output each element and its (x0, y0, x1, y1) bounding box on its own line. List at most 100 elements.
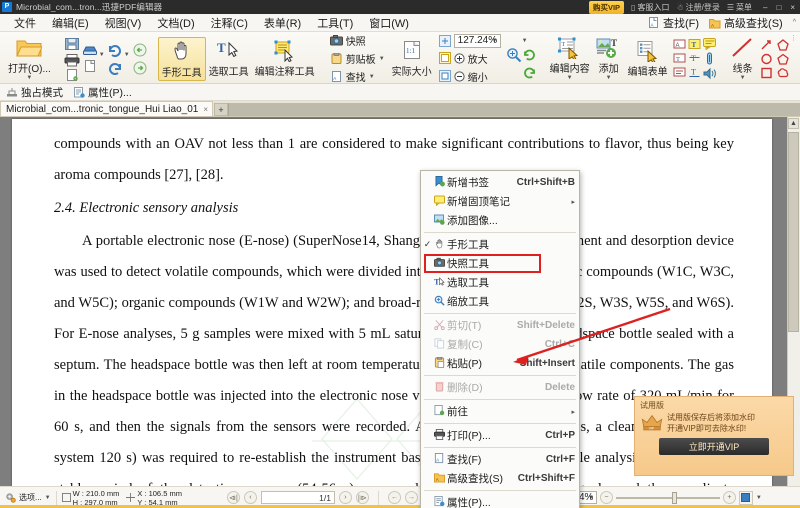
fit-page-icon[interactable] (438, 34, 451, 47)
menu-form[interactable]: 表单(R) (256, 15, 309, 31)
exclusive-mode-button[interactable]: 独占模式 (6, 85, 63, 100)
line-caret-icon[interactable]: ▼ (740, 75, 746, 81)
fullscreen-button[interactable] (738, 490, 753, 505)
context-menu-item-add-image[interactable]: 添加图像... (421, 211, 579, 230)
arrow-shape-icon[interactable] (759, 38, 775, 52)
open-file-button[interactable]: 打开(O)... ▼ (5, 36, 54, 82)
scan-icon[interactable] (82, 43, 98, 57)
maximize-button[interactable]: □ (776, 3, 781, 12)
edit-content-caret-icon[interactable]: ▼ (567, 75, 573, 81)
context-menu-item-properties[interactable]: 属性(P)... (421, 493, 579, 508)
pentagon-shape-icon[interactable] (775, 52, 791, 66)
print-icon[interactable] (64, 53, 80, 67)
select-tool-button[interactable]: T 选取工具 (206, 39, 252, 79)
status-options-button[interactable]: 选项... ▼ (0, 492, 51, 503)
fullscreen-caret-icon[interactable]: ▼ (756, 495, 762, 501)
context-menu-item-advanced-find[interactable]: A 高级查找(S) Ctrl+Shift+F (421, 469, 579, 488)
next-view-button[interactable]: → (404, 491, 418, 504)
properties-button[interactable]: 属性(P)... (73, 85, 132, 100)
context-menu-item-print[interactable]: 打印(P)... Ctrl+P (421, 426, 579, 445)
support-entry-button[interactable]: ▯ 客服入口 (631, 2, 669, 13)
snapshot-button[interactable]: 快照 (328, 32, 387, 49)
menu-window[interactable]: 窗口(W) (361, 15, 417, 31)
edit-form-button[interactable]: 编辑表单 (625, 39, 671, 79)
list-field-icon[interactable] (672, 66, 687, 79)
add-caret-icon[interactable]: ▼ (606, 75, 612, 81)
menu-file[interactable]: 文件 (6, 15, 44, 31)
edit-content-button[interactable]: T 编辑内容 ▼ (547, 36, 593, 82)
scroll-thumb[interactable] (788, 132, 799, 332)
magnifier-icon[interactable] (506, 47, 522, 63)
context-menu-item-find[interactable]: A 查找(F) Ctrl+F (421, 450, 579, 469)
open-file-caret-icon[interactable]: ▼ (26, 75, 32, 81)
line-shape-button[interactable]: 线条 ▼ (727, 36, 759, 82)
strikethrough-text-icon[interactable]: T (687, 52, 702, 65)
context-menu-item-hand-tool[interactable]: ✓ 手形工具 (421, 235, 579, 254)
prev-page-button[interactable]: ‹ (243, 491, 257, 504)
minimize-button[interactable]: – (763, 3, 767, 12)
save-icon[interactable] (64, 37, 80, 51)
zoom-slider-knob[interactable] (671, 491, 677, 504)
zoom-out-button[interactable]: − (599, 491, 613, 504)
app-menu-button[interactable]: ☰ 菜单 (727, 2, 752, 13)
chevron-down-icon[interactable]: ▼ (588, 495, 594, 501)
zoom-in-row[interactable]: 放大 (437, 50, 503, 67)
context-menu-item-snapshot-tool[interactable]: 快照工具 (421, 254, 579, 273)
clipboard-caret-icon[interactable]: ▼ (379, 56, 385, 62)
attachment-icon[interactable] (702, 52, 717, 65)
magnifier-caret-icon[interactable]: ▼ (522, 38, 537, 44)
new-page-icon[interactable]: + (64, 68, 80, 81)
last-page-button[interactable]: |⧐ (355, 491, 369, 504)
ribbon-more-icon[interactable]: ⋮ (790, 34, 797, 42)
find-caret-icon[interactable]: ▼ (369, 74, 375, 80)
quick-caret-1-icon[interactable]: ▼ (99, 52, 105, 58)
zoom-combobox[interactable]: 127.24% ▼ (453, 33, 501, 48)
ribbon-find-button[interactable]: A 查找 ▼ (328, 68, 387, 85)
polygon-shape-icon[interactable] (775, 38, 791, 52)
menu-tools[interactable]: 工具(T) (309, 15, 361, 31)
vip-trial-popup[interactable]: 试用版 VIP 试用版保存后将添加水印 开通VIP即可去除水印! 立即开通VIP (634, 396, 794, 476)
edit-annotation-tool-button[interactable]: 编辑注释工具 (252, 39, 318, 79)
menu-comment[interactable]: 注释(C) (203, 15, 256, 31)
text-field-icon[interactable]: A (672, 38, 687, 51)
rectangle-shape-icon[interactable] (759, 66, 775, 80)
scroll-up-button[interactable]: ▲ (788, 118, 799, 129)
highlight-text-icon[interactable]: T (687, 38, 702, 51)
rotate-right-icon[interactable] (522, 66, 537, 80)
menu-document[interactable]: 文档(D) (149, 15, 202, 31)
sound-icon[interactable] (702, 67, 717, 80)
rotate-left-icon[interactable] (522, 48, 537, 62)
cloud-shape-icon[interactable] (775, 66, 791, 80)
previous-view-icon[interactable] (132, 43, 148, 57)
ribbon-collapse-icon[interactable]: ^ (793, 19, 796, 26)
chevron-down-icon[interactable]: ▼ (492, 38, 498, 44)
hand-tool-button[interactable]: 手形工具 (157, 36, 206, 81)
new-tab-button[interactable]: + (214, 103, 229, 116)
close-icon[interactable]: × (203, 105, 208, 114)
previous-view-button[interactable]: ← (387, 491, 401, 504)
quick-caret-2-icon[interactable]: ▼ (124, 52, 130, 58)
page-number-input[interactable]: 1/1 (260, 491, 335, 504)
redo-icon[interactable] (107, 61, 123, 75)
add-button[interactable]: T 添加 ▼ (593, 36, 625, 82)
buy-vip-button[interactable]: 购买VIP (588, 0, 625, 14)
circle-shape-icon[interactable] (759, 52, 775, 66)
context-menu-item-add-bookmark[interactable]: 新增书签 Ctrl+Shift+B (421, 173, 579, 192)
next-page-button[interactable]: › (338, 491, 352, 504)
context-menu-item-select-tool[interactable]: T 选取工具 (421, 273, 579, 292)
undo-icon[interactable] (107, 43, 123, 57)
account-button[interactable]: ☃ 注册/登录 (676, 2, 719, 13)
zoom-in-button[interactable]: + (722, 491, 736, 504)
close-button[interactable]: × (790, 3, 795, 12)
next-view-icon[interactable] (132, 61, 148, 75)
context-menu-item-goto[interactable]: 前往 ▸ (421, 402, 579, 421)
menubar-find-button[interactable]: A 查找(F) (648, 15, 699, 31)
underline-text-icon[interactable]: T (687, 66, 702, 79)
options-caret-icon[interactable]: ▼ (45, 495, 51, 501)
menu-view[interactable]: 视图(V) (97, 15, 150, 31)
note-comment-icon[interactable] (702, 37, 717, 50)
zoom-slider[interactable] (615, 491, 720, 504)
document-tab-active[interactable]: Microbial_com...tronic_tongue_Hui Liao_0… (0, 101, 214, 116)
zoom-out-row[interactable]: 缩小 (437, 68, 503, 85)
menubar-advanced-find-button[interactable]: A 高级查找(S) (709, 15, 783, 31)
